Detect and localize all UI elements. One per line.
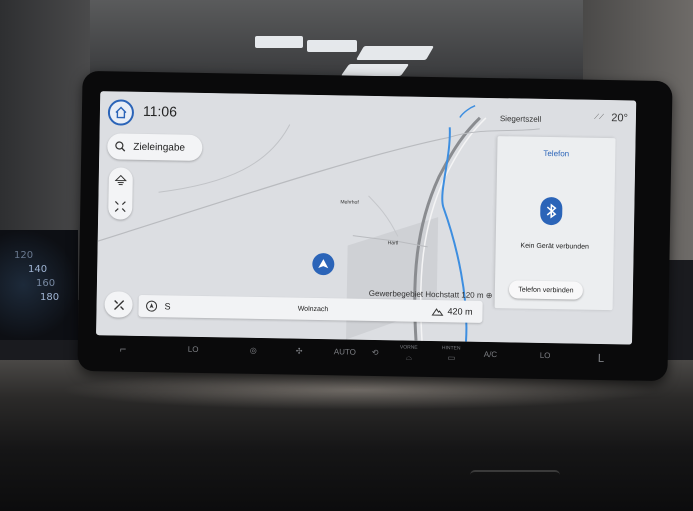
seat-heat-right-icon[interactable]: ᒪ [598,352,604,365]
map-view-controls [108,167,133,220]
recirculation-icon[interactable]: ⟲ [372,348,379,357]
poi-distance: 120 m [461,290,484,300]
connect-phone-button[interactable]: Telefon verbinden [508,280,584,300]
map-perspective-button[interactable] [109,167,133,193]
speed-tick: 180 [40,292,60,303]
ceiling-light [255,36,303,48]
steering-heat-icon[interactable]: ◎ [250,346,257,355]
bluetooth-status-text: Kein Gerät verbunden [520,242,589,251]
temp-left[interactable]: LO [188,345,199,354]
mountain-icon [431,307,444,316]
compass-icon[interactable] [138,300,164,312]
air-vent [470,470,560,482]
route-settings-icon [113,299,124,310]
fan-icon[interactable]: ✣ [296,347,303,356]
climate-control-strip: ⌐ LO ◎ ✣ AUTO ⟲ VORNE ⌓ HINTEN ▭ A/C LO … [100,339,640,372]
temp-right[interactable]: LO [540,351,551,360]
search-icon [107,140,133,152]
outside-temperature: 20° [611,112,629,125]
signal-icon: ⟋⟋ [594,113,604,121]
destination-search-label: Zieleingabe [133,141,186,154]
seat-heat-left-icon[interactable]: ⌐ [120,344,127,356]
compass-heading: S [164,301,171,312]
phone-widget-title: Telefon [543,148,570,159]
speed-tick: 140 [28,264,48,275]
instrument-cluster: 120 140 160 180 [0,230,78,340]
bluetooth-icon [540,196,563,226]
ceiling-light [355,46,435,60]
navigation-arrow-icon [318,259,329,269]
map-fullscreen-button[interactable] [108,193,132,219]
ceiling-light [307,40,357,52]
route-options-button[interactable] [104,291,133,318]
speed-tick: 160 [36,278,56,289]
front-defrost-icon[interactable]: ⌓ [406,353,412,363]
rear-defrost-icon[interactable]: ▭ [448,353,456,362]
poi-icon: ⊕ [485,290,493,301]
status-bar: Siegertszell ⟋⟋ 20° [500,112,636,128]
rear-defrost-label[interactable]: HINTEN [442,345,461,351]
current-street: Wolnzach [297,305,329,313]
ac-button[interactable]: A/C [484,350,497,359]
phone-widget[interactable]: Telefon Kein Gerät verbunden Telefon ver… [494,136,616,311]
clock: 11:06 [142,102,178,120]
infotainment-unit: 11:06 Zieleingabe Mehrhof Hartl Gewerbeg… [77,70,673,382]
ceiling-light [340,64,410,76]
map-place-label: Hartl [387,240,399,247]
poi-name: Gewerbegebiet Hochstatt [368,288,460,300]
front-defrost-label[interactable]: VORNE [400,344,418,350]
map-3d-icon [114,174,127,186]
speed-tick: 120 [14,250,34,261]
expand-icon [114,201,126,213]
distance-value: 420 m [447,306,473,317]
auto-climate-button[interactable]: AUTO [334,347,356,356]
home-icon [115,106,127,119]
remaining-distance: 420 m [431,306,482,317]
touchscreen: 11:06 Zieleingabe Mehrhof Hartl Gewerbeg… [96,91,637,345]
destination-search-button[interactable]: Zieleingabe [107,133,203,161]
map-place-label: Mehrhof [340,199,359,206]
map-place-label: Siegertszell [499,114,542,124]
